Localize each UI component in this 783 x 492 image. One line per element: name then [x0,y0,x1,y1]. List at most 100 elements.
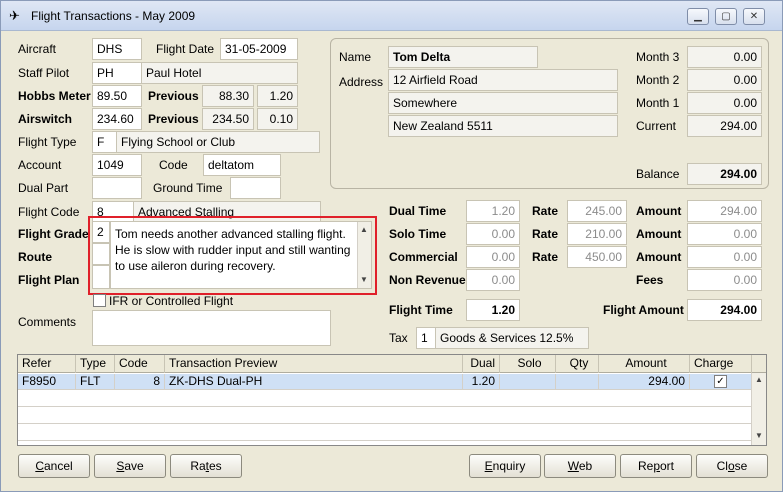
col-transaction-preview[interactable]: Transaction Preview [165,355,463,373]
solo-time-label: Solo Time [389,227,447,241]
commercial-label: Commercial [389,250,458,264]
dual-time-label: Dual Time [389,204,447,218]
comments-label: Comments [18,315,77,329]
flight-plan-label: Flight Plan [18,273,80,287]
table-row [18,425,752,441]
hobbs-meter-field[interactable]: 89.50 [92,85,142,107]
cell-type: FLT [76,374,115,390]
flight-time-label: Flight Time [389,303,453,317]
report-button[interactable]: Report [620,454,692,478]
maximize-icon: ▢ [721,11,731,22]
charge-checkbox[interactable]: ✓ [714,375,727,388]
airswitch-field[interactable]: 234.60 [92,108,142,130]
balance-field: 294.00 [687,163,762,185]
month2-field: 0.00 [687,69,762,91]
airswitch-previous-field: 234.50 [202,108,254,130]
solo-rate-label: Rate [532,227,559,241]
airswitch-label: Airswitch [18,112,73,126]
flight-type-label: Flight Type [18,135,77,149]
flight-type-code-field[interactable]: F [92,131,117,153]
minimize-button[interactable]: ▁ [687,8,709,25]
col-solo[interactable]: Solo [500,355,556,373]
balance-label: Balance [636,167,680,181]
flight-time-field: 1.20 [466,299,520,321]
ifr-checkbox[interactable] [93,294,106,307]
month3-label: Month 3 [636,50,680,64]
table-row[interactable]: F8950 FLT 8 ZK-DHS Dual-PH 1.20 294.00 ✓ [18,374,752,390]
col-amount[interactable]: Amount [599,355,690,373]
cell-preview: ZK-DHS Dual-PH [165,374,463,390]
minimize-icon: ▁ [694,11,702,22]
address3-field: New Zealand 5511 [388,115,618,137]
comments-field[interactable] [92,310,331,346]
dual-amount-field: 294.00 [687,200,762,222]
title-bar: ✈ Flight Transactions - May 2009 ▁ ▢ ✕ [1,1,782,31]
month1-label: Month 1 [636,96,680,110]
cell-charge: ✓ [690,374,752,390]
save-button[interactable]: Save [94,454,166,478]
address-label: Address [339,75,384,89]
table-row [18,391,752,407]
flight-amount-label: Flight Amount [603,303,684,317]
aircraft-label: Aircraft [18,42,57,56]
tax-code-field[interactable]: 1 [416,327,436,349]
cancel-button[interactable]: Cancel [18,454,90,478]
scroll-up-icon: ▲ [360,225,368,234]
account-field[interactable]: 1049 [92,154,142,176]
col-type[interactable]: Type [76,355,115,373]
code-field[interactable]: deltatom [203,154,281,176]
airswitch-diff-field: 0.10 [257,108,298,130]
staff-pilot-code-field[interactable]: PH [92,62,142,84]
month2-label: Month 2 [636,73,680,87]
enquiry-button[interactable]: Enquiry [469,454,541,478]
flight-date-label: Flight Date [156,42,215,56]
flight-transactions-window: ✈ Flight Transactions - May 2009 ▁ ▢ ✕ A… [0,0,783,492]
code-label: Code [159,158,188,172]
cell-code: 8 [115,374,165,390]
ground-time-label: Ground Time [153,181,223,195]
non-revenue-label: Non Revenue [389,273,466,287]
close-button[interactable]: Close [696,454,768,478]
ground-time-field[interactable] [230,177,281,199]
col-qty[interactable]: Qty [556,355,599,373]
flight-grade-field[interactable]: 2 [92,221,110,243]
flight-date-field[interactable]: 31-05-2009 [220,38,298,60]
close-icon: ✕ [749,11,759,22]
name-label: Name [339,50,372,64]
month3-field: 0.00 [687,46,762,68]
flight-type-name-field: Flying School or Club [116,131,320,153]
cell-dual: 1.20 [463,374,500,390]
route-field[interactable] [92,243,110,265]
commercial-amount-label: Amount [636,250,682,264]
notes-scrollbar[interactable]: ▲ ▼ [357,222,371,288]
maximize-button[interactable]: ▢ [715,8,737,25]
fees-label: Fees [636,273,664,287]
tax-name-field: Goods & Services 12.5% [435,327,589,349]
ifr-label: IFR or Controlled Flight [109,294,234,308]
hobbs-previous-field: 88.30 [202,85,254,107]
col-dual[interactable]: Dual [463,355,500,373]
solo-amount-label: Amount [636,227,682,241]
window-title: Flight Transactions - May 2009 [31,9,196,23]
flight-plan-field[interactable] [92,265,110,289]
notes-textarea[interactable]: Tom needs another advanced stalling flig… [110,221,372,289]
col-charge[interactable]: Charge [690,355,752,373]
col-code[interactable]: Code [115,355,165,373]
route-label: Route [18,250,52,264]
address1-field: 12 Airfield Road [388,69,618,91]
cell-qty [556,374,599,390]
grid-scrollbar[interactable]: ▲ ▼ [751,373,766,445]
staff-pilot-label: Staff Pilot [18,66,70,80]
grid-scroll-down-icon: ▼ [755,431,763,440]
close-window-button[interactable]: ✕ [743,8,765,25]
aircraft-field[interactable]: DHS [92,38,142,60]
col-refer[interactable]: Refer [18,355,76,373]
web-button[interactable]: Web [544,454,616,478]
hobbs-previous-label: Previous [148,89,199,103]
non-revenue-field: 0.00 [466,269,520,291]
flight-amount-field: 294.00 [687,299,762,321]
dual-part-field[interactable] [92,177,142,199]
commercial-rate-field: 450.00 [567,246,627,268]
rates-button[interactable]: Rates [170,454,242,478]
name-field: Tom Delta [388,46,538,68]
